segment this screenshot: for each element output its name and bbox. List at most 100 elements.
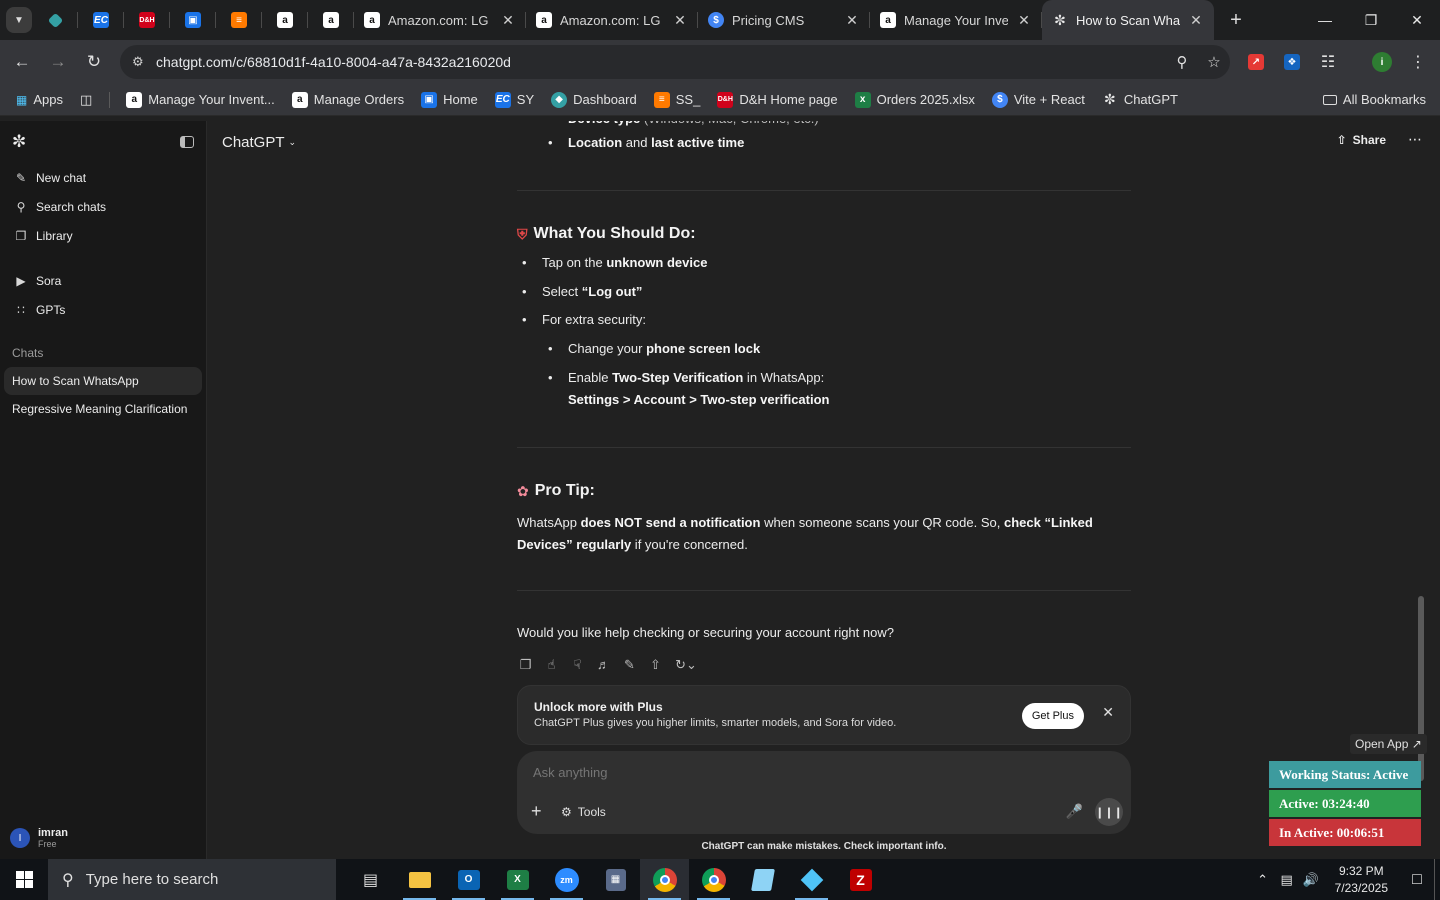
edit-icon[interactable]: ✎ bbox=[621, 657, 638, 673]
close-window-icon[interactable]: ✕ bbox=[1394, 0, 1440, 40]
browser-tab[interactable]: $ Pricing CMS ✕ bbox=[698, 0, 870, 40]
app-diamond-icon[interactable] bbox=[787, 859, 836, 900]
chat-history-item[interactable]: How to Scan WhatsApp bbox=[4, 367, 202, 395]
close-icon[interactable]: ✕ bbox=[500, 12, 516, 29]
extension-red-icon[interactable]: ↗ bbox=[1240, 40, 1272, 84]
sidebar-item-library[interactable]: ❐ Library bbox=[0, 221, 206, 250]
tools-button[interactable]: ⚙ Tools bbox=[561, 805, 606, 819]
new-tab-button[interactable]: + bbox=[1220, 4, 1252, 36]
outlook-icon[interactable]: O bbox=[444, 859, 493, 900]
bookmark-grid[interactable]: ◫ bbox=[80, 92, 92, 108]
thumbs-down-icon[interactable]: ☟ bbox=[569, 657, 586, 673]
url-text[interactable]: chatgpt.com/c/68810d1f-4a10-8004-a47a-84… bbox=[156, 54, 1166, 70]
voice-mode-button[interactable]: ❙❙❙ bbox=[1095, 798, 1123, 826]
calculator-icon[interactable]: ▦ bbox=[591, 859, 640, 900]
restore-icon[interactable]: ❐ bbox=[1348, 0, 1394, 40]
close-icon[interactable]: ✕ bbox=[1102, 704, 1114, 721]
chrome-icon[interactable] bbox=[640, 859, 689, 900]
pinned-tab[interactable] bbox=[32, 0, 78, 40]
profile-avatar[interactable]: i bbox=[1366, 40, 1398, 84]
bookmark-item[interactable]: ▣ Home bbox=[421, 91, 478, 108]
sidebar-toggle-icon[interactable] bbox=[180, 136, 194, 148]
excel-icon[interactable]: X bbox=[493, 859, 542, 900]
notifications-icon[interactable]: □ bbox=[1400, 871, 1434, 889]
site-info-icon[interactable]: ⚙ bbox=[132, 54, 152, 70]
bookmark-item[interactable]: D&H D&H Home page bbox=[717, 91, 838, 108]
clock[interactable]: 9:32 PM 7/23/2025 bbox=[1335, 863, 1388, 897]
pinned-tab[interactable]: a bbox=[262, 0, 308, 40]
tab-search-button[interactable]: ▼ bbox=[6, 7, 32, 33]
start-button[interactable] bbox=[0, 859, 48, 900]
sidebar-item-search-chats[interactable]: ⚲ Search chats bbox=[0, 192, 206, 221]
share-icon[interactable]: ⇧ bbox=[647, 657, 664, 673]
browser-tab[interactable]: a Amazon.com: LG 3 ✕ bbox=[526, 0, 698, 40]
taskbar-search[interactable]: ⚲ Type here to search bbox=[48, 859, 336, 900]
sidebar-item-sora[interactable]: ▶ Sora bbox=[0, 266, 206, 295]
notepad-icon[interactable] bbox=[738, 859, 787, 900]
show-desktop-button[interactable] bbox=[1434, 859, 1440, 900]
forward-icon[interactable]: → bbox=[40, 44, 76, 80]
pinned-tab[interactable]: ▣ bbox=[170, 0, 216, 40]
chat-history-item[interactable]: Regressive Meaning Clarification bbox=[4, 395, 202, 423]
text: Change your bbox=[568, 341, 647, 356]
openai-logo-icon[interactable]: ✼ bbox=[12, 132, 26, 152]
bold-text: Location bbox=[568, 135, 623, 150]
bookmark-item[interactable]: $ Vite + React bbox=[991, 91, 1085, 108]
microphone-icon[interactable]: 🎤 bbox=[1066, 803, 1083, 820]
zoom-icon[interactable]: zm bbox=[542, 859, 591, 900]
chrome-profile-icon[interactable] bbox=[689, 859, 738, 900]
bookmark-item[interactable]: ≡ SS_ bbox=[653, 91, 700, 108]
close-icon[interactable]: ✕ bbox=[1016, 12, 1032, 29]
get-plus-button[interactable]: Get Plus bbox=[1021, 703, 1084, 729]
copy-icon[interactable]: ❐ bbox=[517, 657, 534, 673]
minimize-icon[interactable]: — bbox=[1302, 0, 1348, 40]
reload-icon[interactable]: ↻ bbox=[76, 44, 112, 80]
all-bookmarks[interactable]: All Bookmarks bbox=[1322, 92, 1426, 107]
task-view-icon[interactable]: ▤ bbox=[346, 859, 395, 900]
close-icon[interactable]: ✕ bbox=[844, 12, 860, 29]
back-icon[interactable]: ← bbox=[4, 44, 40, 80]
prompt-input[interactable] bbox=[533, 765, 1033, 780]
read-aloud-icon[interactable]: ♬ bbox=[595, 657, 612, 673]
bookmark-apps[interactable]: ▦ Apps bbox=[16, 92, 63, 107]
close-icon[interactable]: ✕ bbox=[672, 12, 688, 29]
search-icon: ⚲ bbox=[16, 199, 26, 214]
user-profile[interactable]: I imran Free bbox=[10, 827, 68, 849]
bookmark-item[interactable]: ✼ ChatGPT bbox=[1102, 91, 1178, 108]
bookmark-item[interactable]: x Orders 2025.xlsx bbox=[854, 91, 975, 108]
regenerate-icon[interactable]: ↻⌄ bbox=[673, 657, 699, 673]
close-icon[interactable]: ✕ bbox=[1188, 12, 1204, 29]
extensions-icon[interactable]: ☷ bbox=[1312, 40, 1344, 84]
thumbs-up-icon[interactable]: ☝ bbox=[543, 657, 560, 673]
menu-kebab-icon[interactable]: ⋮ bbox=[1402, 40, 1434, 84]
model-selector[interactable]: ChatGPT ⌄ bbox=[222, 134, 296, 151]
filezilla-icon[interactable]: Z bbox=[836, 859, 885, 900]
pinned-tab[interactable]: D&H bbox=[124, 0, 170, 40]
bookmark-star-icon[interactable]: ☆ bbox=[1198, 53, 1230, 71]
pinned-tab[interactable]: ≡ bbox=[216, 0, 262, 40]
show-hidden-icons-icon[interactable]: ⌃ bbox=[1251, 872, 1275, 888]
text: in WhatsApp: bbox=[743, 370, 825, 385]
volume-icon[interactable]: 🔊 bbox=[1299, 872, 1323, 888]
bookmark-item[interactable]: a Manage Orders bbox=[291, 91, 404, 108]
network-icon[interactable]: ▤ bbox=[1275, 872, 1299, 888]
bookmark-item[interactable]: ◆ Dashboard bbox=[551, 91, 637, 108]
sidebar-item-new-chat[interactable]: ✎ New chat bbox=[0, 163, 206, 192]
zoom-icon[interactable]: ⚲ bbox=[1166, 53, 1198, 71]
text: Tap on the bbox=[542, 255, 607, 270]
sidebar-item-gpts[interactable]: ∷ GPTs bbox=[0, 295, 206, 324]
browser-tab[interactable]: a Manage Your Inver ✕ bbox=[870, 0, 1042, 40]
pinned-tab[interactable]: EC bbox=[78, 0, 124, 40]
share-button[interactable]: ⇧ Share bbox=[1337, 133, 1386, 147]
list-item: Select “Log out” bbox=[522, 284, 642, 299]
browser-tab-active[interactable]: ✼ How to Scan What ✕ bbox=[1042, 0, 1214, 40]
pinned-tab[interactable]: a bbox=[308, 0, 354, 40]
file-explorer-icon[interactable] bbox=[395, 859, 444, 900]
browser-tab[interactable]: a Amazon.com: LG 5 ✕ bbox=[354, 0, 526, 40]
extension-blue-icon[interactable]: ❖ bbox=[1276, 40, 1308, 84]
open-app-button[interactable]: Open App ↗ bbox=[1350, 734, 1427, 754]
plus-icon[interactable]: + bbox=[531, 801, 542, 822]
bookmark-item[interactable]: a Manage Your Invent... bbox=[126, 91, 275, 108]
bookmark-item[interactable]: EC SY bbox=[494, 91, 534, 108]
address-bar[interactable]: ⚙ chatgpt.com/c/68810d1f-4a10-8004-a47a-… bbox=[120, 45, 1230, 79]
